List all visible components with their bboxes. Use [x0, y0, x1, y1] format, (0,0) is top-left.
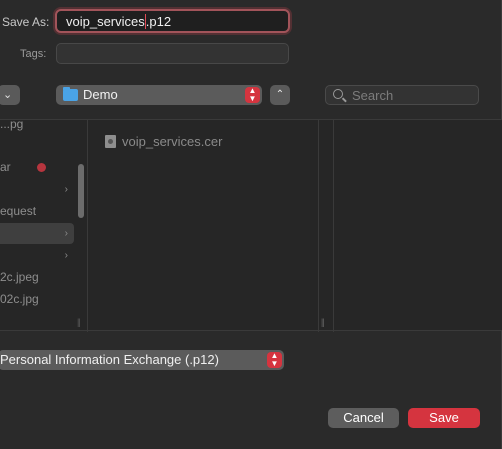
column-resize-handle[interactable]: || [321, 317, 325, 327]
save-as-label: Save As: [2, 15, 50, 29]
list-item[interactable]: 02c.jpg [0, 289, 74, 310]
list-item-selected[interactable]: › [0, 223, 74, 244]
chevron-up-icon: ⌃ [275, 89, 285, 100]
tags-field[interactable] [56, 43, 289, 64]
cancel-button[interactable]: Cancel [328, 408, 399, 428]
empty-column: || [319, 120, 334, 332]
folder-icon [63, 87, 78, 101]
search-input[interactable] [352, 87, 472, 103]
chevron-right-icon: › [64, 228, 68, 239]
file-format-popup[interactable]: Personal Information Exchange (.p12) ▲ ▼ [0, 350, 284, 370]
collapse-button[interactable]: ⌃ [270, 85, 290, 105]
column-resize-handle[interactable]: || [77, 317, 81, 327]
file-item[interactable]: voip_services.cer [105, 134, 222, 152]
save-dialog: Save As: voip_services.p12 Tags: ⌄ Demo … [0, 0, 502, 449]
format-stepper-icon: ▲ ▼ [267, 352, 282, 368]
list-item[interactable]: equest [0, 201, 74, 222]
search-box[interactable] [325, 85, 479, 105]
tags-label: Tags: [20, 48, 47, 60]
chevron-right-icon: › [64, 184, 68, 195]
save-as-field[interactable]: voip_services.p12 [55, 9, 290, 33]
search-icon [333, 89, 343, 99]
list-item[interactable]: › [0, 179, 74, 200]
file-name: voip_services.cer [122, 134, 223, 149]
list-item[interactable]: 2c.jpeg [0, 267, 74, 288]
red-tag-icon [37, 163, 46, 172]
list-item[interactable]: › [0, 245, 74, 266]
file-format-label: Personal Information Exchange (.p12) [0, 352, 219, 367]
location-label: Demo [83, 87, 118, 102]
location-stepper-icon: ▲ ▼ [245, 87, 260, 103]
current-folder-column: voip_services.cer || [88, 120, 325, 332]
view-options-popup[interactable]: ⌄ [0, 85, 20, 105]
list-item[interactable]: ...pg [0, 114, 74, 135]
chevron-right-icon: › [64, 250, 68, 261]
save-as-value-extension: .p12 [145, 14, 172, 29]
file-browser: ...pg ar › equest › › 2c.jpeg 02c.jpg ||… [0, 117, 502, 332]
list-item[interactable]: ar [0, 157, 74, 178]
location-popup[interactable]: Demo ▲ ▼ [56, 85, 262, 105]
scrollbar-thumb[interactable] [78, 164, 84, 218]
certificate-file-icon [105, 135, 116, 148]
save-as-value-selected: voip_services [66, 14, 145, 29]
parent-column: ...pg ar › equest › › 2c.jpeg 02c.jpg || [0, 117, 88, 332]
chevron-down-icon: ⌄ [3, 89, 13, 101]
save-button[interactable]: Save [408, 408, 480, 428]
